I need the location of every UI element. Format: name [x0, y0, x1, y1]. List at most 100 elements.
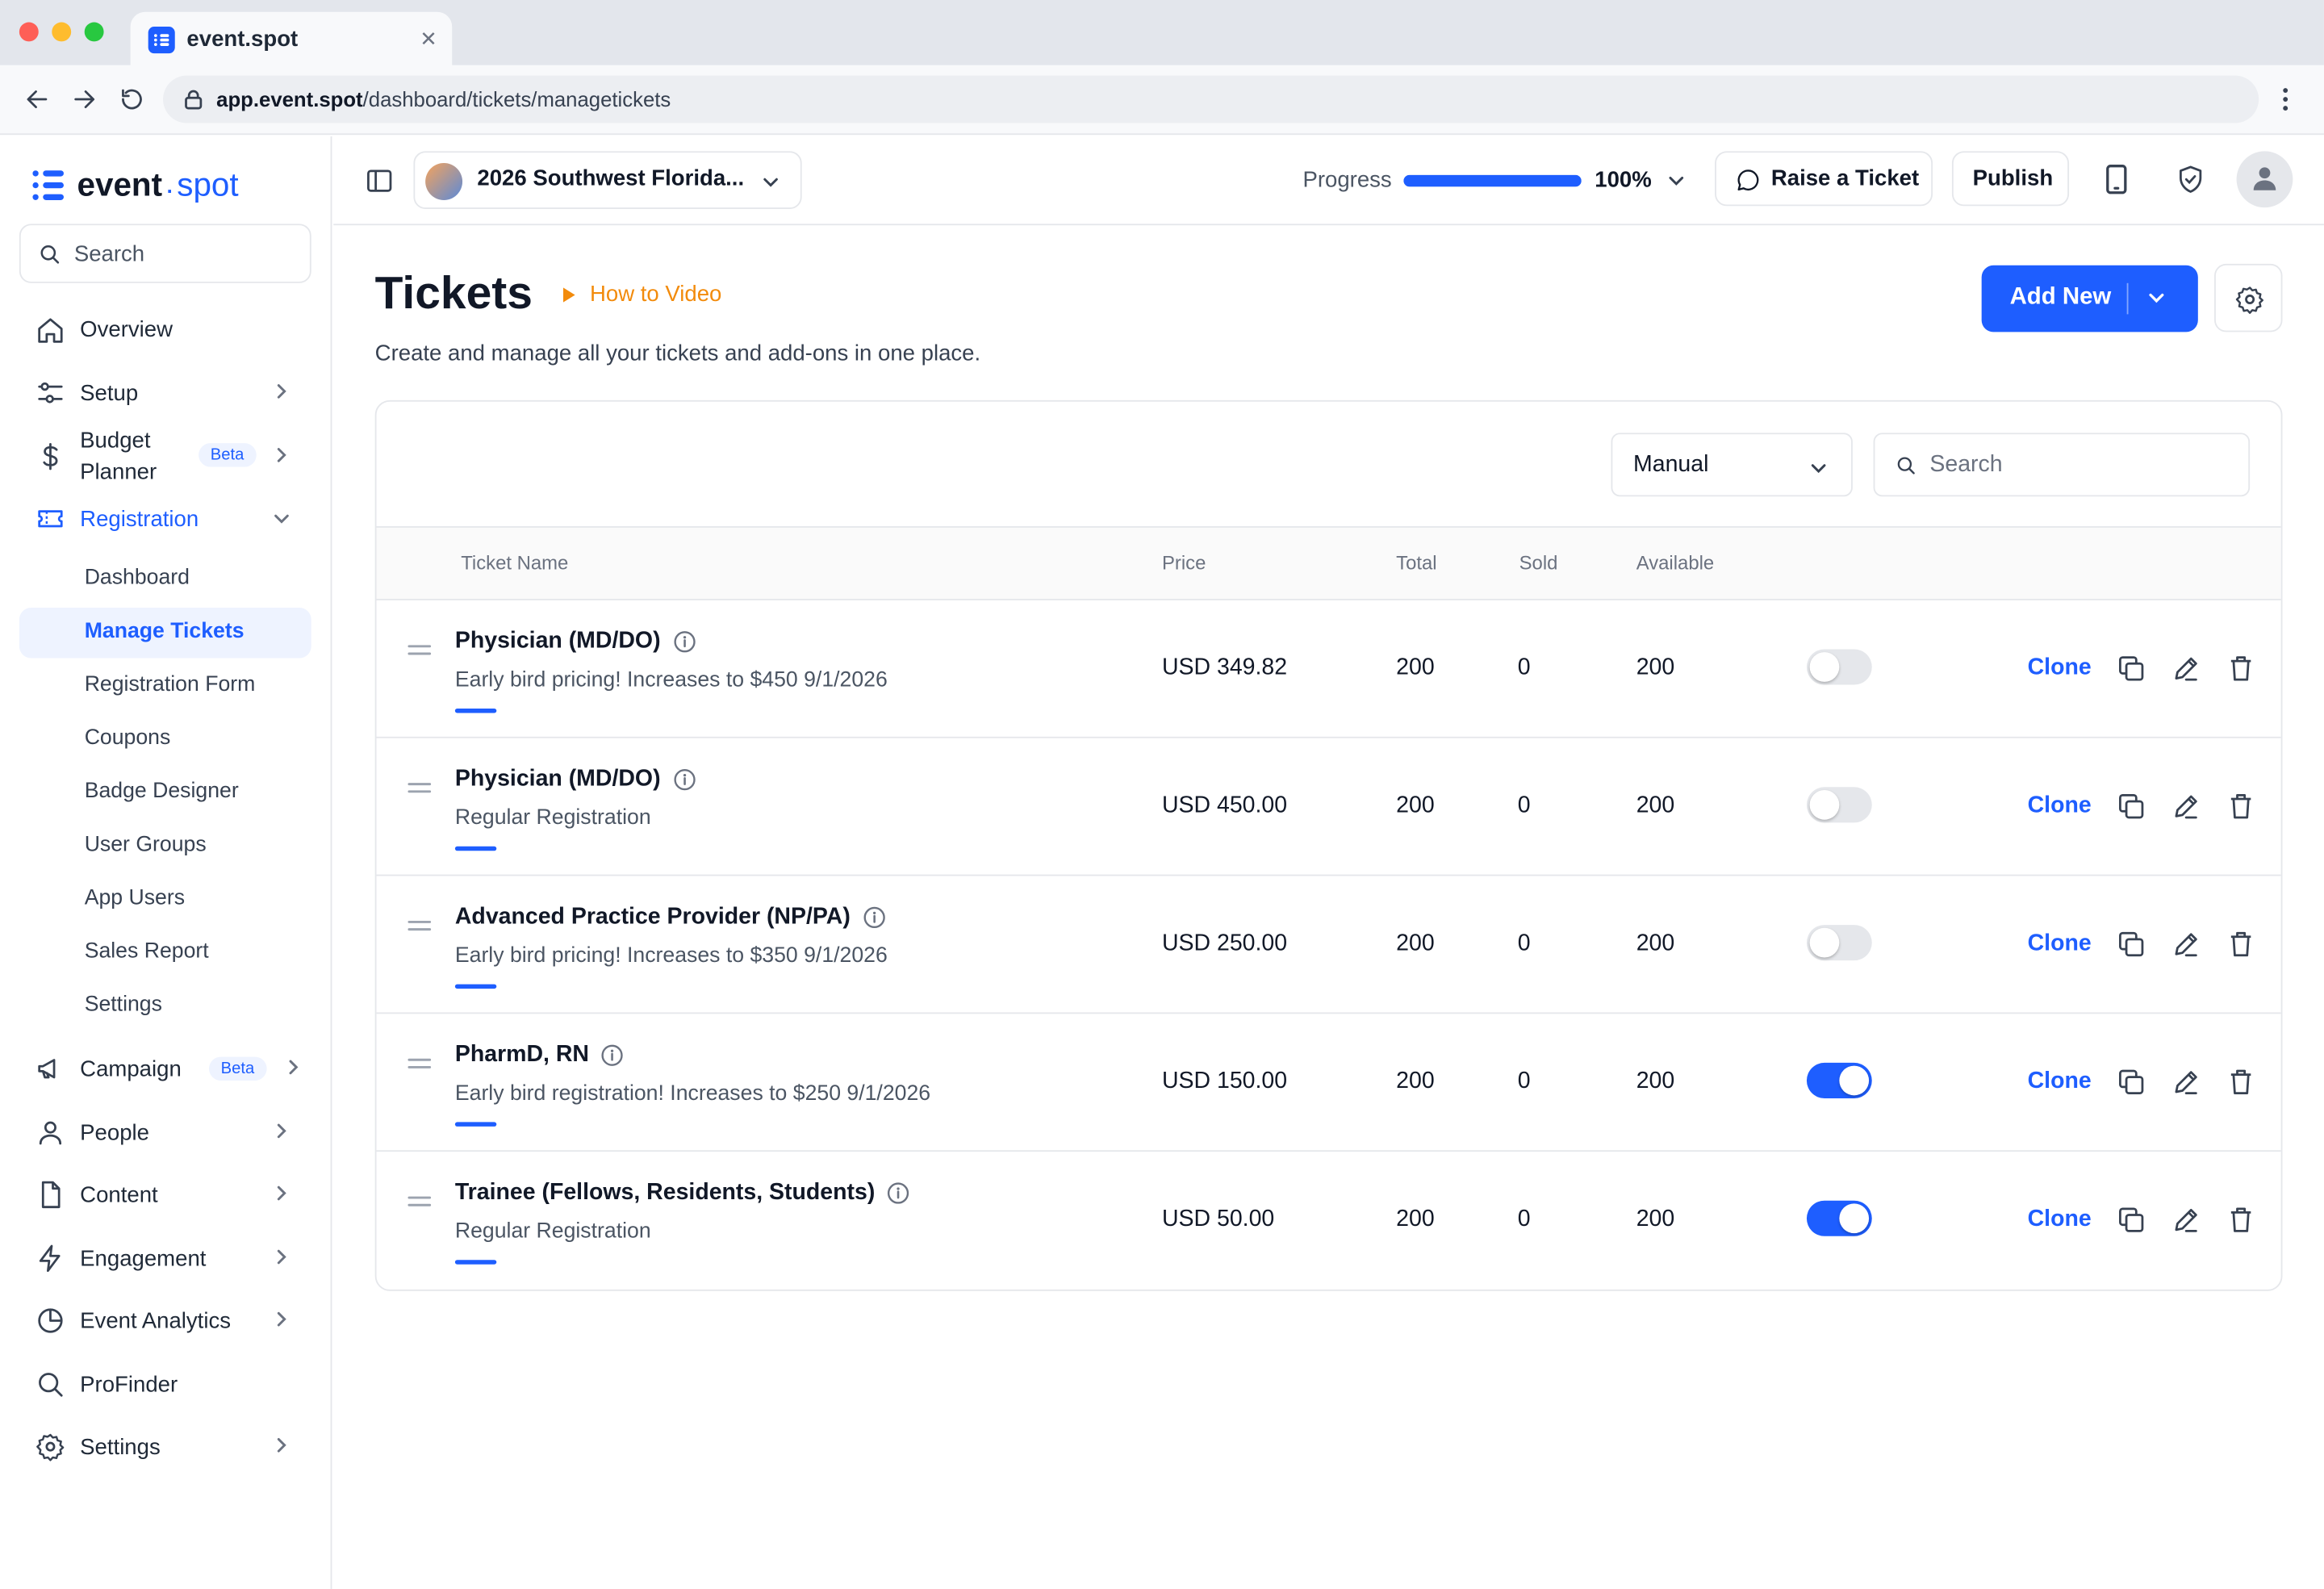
drag-handle-icon[interactable]: [408, 780, 432, 797]
sidebar-item-people[interactable]: People: [0, 1116, 332, 1148]
trash-icon[interactable]: [2226, 930, 2256, 960]
forward-arrow-icon[interactable]: [71, 86, 98, 113]
copy-icon[interactable]: [2117, 654, 2146, 684]
clone-link[interactable]: Clone: [2028, 1206, 2092, 1233]
sidebar-subitem-coupons[interactable]: Coupons: [19, 714, 311, 764]
browser-menu-icon[interactable]: [2273, 86, 2297, 113]
how-to-video-link[interactable]: How to Video: [562, 282, 721, 307]
clone-link[interactable]: Clone: [2028, 793, 2092, 820]
info-icon[interactable]: [887, 1181, 910, 1205]
copy-icon[interactable]: [2117, 1067, 2146, 1097]
close-tab-icon[interactable]: ✕: [420, 27, 437, 52]
maximize-window-button[interactable]: [84, 22, 104, 42]
raise-ticket-button[interactable]: Raise a Ticket: [1715, 151, 1933, 207]
add-new-button[interactable]: Add New: [1981, 265, 2198, 332]
sidebar-item-event-analytics[interactable]: Event Analytics: [0, 1304, 332, 1336]
url-field[interactable]: app.event.spot/dashboard/tickets/managet…: [163, 75, 2259, 123]
column-header-price[interactable]: Price: [1162, 551, 1206, 574]
ticket-enabled-toggle[interactable]: [1806, 1200, 1872, 1236]
sidebar-item-profinder[interactable]: ProFinder: [0, 1368, 332, 1400]
sidebar-item-content[interactable]: Content: [0, 1178, 332, 1211]
sidebar-subitem-user-groups[interactable]: User Groups: [19, 822, 311, 872]
ticket-enabled-toggle[interactable]: [1806, 649, 1872, 685]
chevron-down-icon: [763, 178, 778, 187]
url-host: app.event.spot: [216, 87, 363, 111]
publish-button[interactable]: Publish: [1951, 151, 2070, 207]
sidebar-item-engagement[interactable]: Engagement: [0, 1242, 332, 1274]
user-avatar[interactable]: [2236, 151, 2293, 208]
ticket-description: Regular Registration: [454, 806, 651, 830]
column-header-sold[interactable]: Sold: [1519, 551, 1558, 574]
sidebar-subitem-badge-designer[interactable]: Badge Designer: [19, 767, 311, 817]
chevron-down-icon: [274, 514, 289, 524]
site-favicon-icon: [148, 27, 175, 54]
trash-icon[interactable]: [2226, 1205, 2256, 1235]
ticket-enabled-toggle[interactable]: [1806, 1062, 1872, 1098]
ticket-icon: [38, 510, 63, 528]
minimize-window-button[interactable]: [52, 22, 72, 42]
sidebar-toggle-icon[interactable]: [365, 166, 395, 196]
browser-tab[interactable]: event.spot ✕: [130, 11, 453, 65]
sort-mode-select[interactable]: Manual: [1611, 433, 1853, 497]
ticket-enabled-toggle[interactable]: [1806, 925, 1872, 961]
shield-check-icon[interactable]: [2176, 163, 2205, 195]
drag-handle-icon[interactable]: [408, 918, 432, 935]
sidebar-item-setup[interactable]: Setup: [0, 377, 332, 409]
chevron-down-icon[interactable]: [2147, 289, 2165, 307]
edit-pencil-icon[interactable]: [2171, 792, 2201, 822]
back-arrow-icon[interactable]: [23, 86, 50, 113]
sidebar-item-budget-planner[interactable]: Budget Planner Beta: [0, 425, 332, 491]
clone-link[interactable]: Clone: [2028, 930, 2092, 957]
ticket-total: 200: [1396, 654, 1435, 681]
sidebar-subitem-app-users[interactable]: App Users: [19, 875, 311, 925]
info-icon[interactable]: [672, 630, 696, 654]
ticket-price: USD 50.00: [1161, 1206, 1275, 1232]
user-icon: [2253, 167, 2276, 190]
sidebar-item-settings[interactable]: Settings: [0, 1430, 332, 1462]
sidebar-subitem-settings[interactable]: Settings: [19, 981, 311, 1031]
sidebar-subitem-dashboard[interactable]: Dashboard: [19, 554, 311, 604]
column-header-ticket-name[interactable]: Ticket Name: [461, 551, 568, 574]
clone-link[interactable]: Clone: [2028, 1068, 2092, 1095]
ticket-search-input[interactable]: Search: [1873, 433, 2251, 497]
trash-icon[interactable]: [2226, 1067, 2256, 1097]
copy-icon[interactable]: [2117, 1205, 2146, 1235]
ticket-total: 200: [1396, 1206, 1435, 1232]
edit-pencil-icon[interactable]: [2171, 1067, 2201, 1097]
progress-dropdown-icon[interactable]: [1667, 172, 1685, 190]
mobile-preview-icon[interactable]: [2101, 163, 2131, 195]
edit-pencil-icon[interactable]: [2171, 1205, 2201, 1235]
copy-icon[interactable]: [2117, 792, 2146, 822]
sidebar-subitem-registration-form[interactable]: Registration Form: [19, 661, 311, 711]
copy-icon[interactable]: [2117, 930, 2146, 960]
reload-icon[interactable]: [119, 86, 145, 113]
sidebar-subitem-sales-report[interactable]: Sales Report: [19, 928, 311, 978]
ticket-price: USD 250.00: [1161, 930, 1288, 956]
sidebar-item-registration[interactable]: Registration: [0, 503, 332, 535]
ticket-sold: 0: [1517, 792, 1531, 818]
info-icon[interactable]: [863, 905, 886, 929]
drag-handle-icon[interactable]: [408, 642, 432, 659]
drag-handle-icon[interactable]: [408, 1194, 432, 1211]
clone-link[interactable]: Clone: [2028, 655, 2092, 682]
event-selector[interactable]: 2026 Southwest Florida...: [413, 151, 802, 209]
trash-icon[interactable]: [2226, 654, 2256, 684]
edit-pencil-icon[interactable]: [2171, 654, 2201, 684]
column-header-total[interactable]: Total: [1396, 551, 1436, 574]
trash-icon[interactable]: [2226, 792, 2256, 822]
ticket-enabled-toggle[interactable]: [1806, 787, 1872, 823]
brand-logo[interactable]: event. spot: [32, 166, 239, 205]
sidebar-search-input[interactable]: Search: [19, 224, 311, 283]
edit-pencil-icon[interactable]: [2171, 930, 2201, 960]
sidebar-item-campaign[interactable]: Campaign Beta: [0, 1052, 332, 1085]
column-header-available[interactable]: Available: [1636, 551, 1714, 574]
ticket-settings-button[interactable]: [2214, 263, 2283, 332]
info-icon[interactable]: [601, 1043, 625, 1067]
info-icon[interactable]: [672, 767, 696, 791]
close-window-button[interactable]: [19, 22, 39, 42]
browser-tab-title: event.spot: [186, 27, 299, 52]
ticket-name: Physician (MD/DO): [454, 766, 661, 792]
drag-handle-icon[interactable]: [408, 1056, 432, 1073]
sidebar-item-overview[interactable]: Overview: [0, 314, 332, 346]
sidebar-subitem-manage-tickets[interactable]: Manage Tickets: [19, 608, 311, 659]
